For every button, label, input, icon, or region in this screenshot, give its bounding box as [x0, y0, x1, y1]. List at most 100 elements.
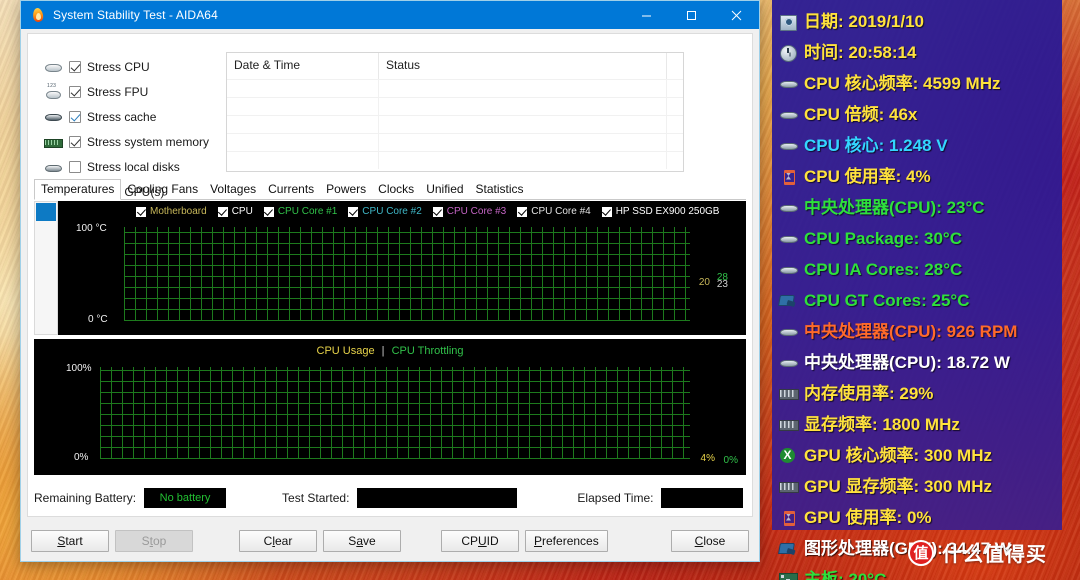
tab-cooling-fans[interactable]: Cooling Fans	[121, 180, 204, 199]
memory-icon	[778, 416, 799, 434]
cpu-chip-icon	[778, 106, 799, 124]
gauge-icon	[778, 509, 799, 527]
close-button[interactable]: Close	[671, 530, 749, 552]
legend-item-motherboard[interactable]: Motherboard	[136, 207, 207, 217]
legend-checkbox[interactable]	[601, 207, 612, 217]
checkbox[interactable]	[69, 135, 81, 148]
stress-option-cache[interactable]: Stress cache	[44, 106, 224, 127]
legend-checkbox[interactable]	[432, 207, 443, 217]
legend-checkbox[interactable]	[263, 207, 274, 217]
window-controls	[624, 1, 759, 29]
gpu-icon	[778, 292, 799, 310]
cpu-chip-icon	[778, 354, 799, 372]
cpu-usage-y-axis-min: 0%	[74, 452, 89, 463]
clock-icon	[778, 44, 799, 62]
cache-icon	[44, 109, 62, 125]
legend-item-cpu-core-4[interactable]: CPU Core #4	[517, 206, 591, 217]
osd-value: CPU Package: 30°C	[804, 228, 962, 248]
osd-value: 中央处理器(CPU): 23°C	[804, 197, 985, 217]
preferences-button[interactable]: Preferences	[525, 530, 608, 552]
event-log-table[interactable]: Date & Time Status	[226, 52, 684, 172]
stress-option-memory[interactable]: Stress system memory	[44, 131, 224, 152]
legend-label: Motherboard	[150, 206, 207, 217]
osd-row-cpu-gt-cores-temp: CPU GT Cores: 25°C	[778, 285, 1062, 316]
test-started-label: Test Started:	[282, 491, 350, 505]
watermark: 值 什么值得买	[908, 538, 1047, 567]
tab-powers[interactable]: Powers	[320, 180, 372, 199]
aida64-stability-test-window: System Stability Test - AIDA64 Stress CP…	[20, 0, 760, 562]
osd-row-time: 时间: 20:58:14	[778, 37, 1062, 68]
test-started-value	[357, 488, 518, 508]
window-client-area: Stress CPU Stress FPU Stress cache Stres…	[21, 29, 759, 521]
cpu-chip-icon	[778, 137, 799, 155]
cpu-usage-chart-title: CPU Usage | CPU Throttling	[34, 345, 746, 357]
temperature-value-motherboard: 20	[698, 277, 710, 288]
osd-row-gpu-utilization: GPU 使用率: 0%	[778, 502, 1062, 533]
tab-clocks[interactable]: Clocks	[372, 180, 420, 199]
stress-option-label: Stress FPU	[87, 84, 149, 99]
legend-label: CPU Core #2	[362, 206, 422, 217]
cpu-icon	[44, 59, 62, 75]
osd-value: 中央处理器(CPU): 18.72 W	[804, 352, 1010, 372]
save-button[interactable]: Sa ve	[323, 530, 401, 552]
osd-value: GPU 显存频率: 300 MHz	[804, 476, 992, 496]
legend-item-cpu-core-2[interactable]: CPU Core #2	[348, 206, 422, 217]
stress-option-local-disks[interactable]: Stress local disks	[44, 156, 224, 177]
tab-statistics[interactable]: Statistics	[470, 180, 530, 199]
cpuid-button[interactable]: CP U ID	[441, 530, 519, 552]
legend-label: CPU Core #4	[531, 206, 591, 217]
checkbox[interactable]	[69, 85, 81, 98]
tab-currents[interactable]: Currents	[262, 180, 320, 199]
legend-checkbox[interactable]	[217, 207, 228, 217]
temperature-legend: Motherboard CPU CPU Core #1 CPU Core #2 …	[136, 207, 730, 217]
tab-unified[interactable]: Unified	[420, 180, 469, 199]
cpu-chip-icon	[778, 323, 799, 341]
maximize-icon[interactable]	[669, 1, 714, 29]
stress-option-cpu[interactable]: Stress CPU	[44, 56, 224, 77]
legend-checkbox[interactable]	[136, 207, 146, 217]
table-row[interactable]	[227, 115, 683, 133]
temperature-chart[interactable]: 100 °C 0 °C Motherboard CPU CPU Core #1 …	[58, 201, 746, 335]
start-button[interactable]: Start	[31, 530, 109, 552]
elapsed-time-value	[661, 488, 744, 508]
stress-option-fpu[interactable]: Stress FPU	[44, 81, 224, 102]
legend-checkbox[interactable]	[348, 207, 359, 217]
temperature-y-axis-max: 100 °C	[76, 223, 107, 234]
osd-row-cpu-multiplier: CPU 倍频: 46x	[778, 99, 1062, 130]
scrollbar-thumb[interactable]	[36, 203, 56, 221]
column-header-spacer	[667, 53, 683, 79]
temperature-chart-scrollbar[interactable]	[34, 201, 58, 335]
cpu-usage-chart[interactable]: CPU Usage | CPU Throttling 100% 0% 4% 0%	[34, 339, 746, 475]
temperature-plot-grid	[124, 227, 690, 321]
table-row[interactable]	[227, 97, 683, 115]
table-row[interactable]	[227, 79, 683, 97]
checkbox[interactable]	[69, 60, 81, 73]
checkbox[interactable]	[69, 110, 81, 123]
table-row[interactable]	[227, 133, 683, 151]
tab-temperatures[interactable]: Temperatures	[34, 179, 122, 200]
osd-row-cpu-utilization: CPU 使用率: 4%	[778, 161, 1062, 192]
close-icon[interactable]	[714, 1, 759, 29]
minimize-icon[interactable]	[624, 1, 669, 29]
tab-voltages[interactable]: Voltages	[204, 180, 262, 199]
remaining-battery-value: No battery	[144, 488, 227, 508]
column-header-date-time[interactable]: Date & Time	[227, 53, 379, 79]
gauge-icon	[778, 168, 799, 186]
watermark-badge: 值	[908, 539, 934, 566]
legend-item-hp-ssd[interactable]: HP SSD EX900 250GB	[601, 207, 719, 217]
window-titlebar[interactable]: System Stability Test - AIDA64	[21, 1, 759, 29]
legend-item-cpu-core-3[interactable]: CPU Core #3	[432, 206, 507, 217]
legend-checkbox[interactable]	[517, 207, 528, 217]
flame-icon	[30, 7, 46, 23]
legend-label: CPU Core #3	[446, 206, 507, 217]
clear-button[interactable]: Cl ear	[239, 530, 317, 552]
temperature-y-axis-min: 0 °C	[88, 314, 108, 325]
checkbox[interactable]	[69, 160, 81, 173]
column-header-status[interactable]: Status	[379, 53, 667, 79]
stress-option-label: Stress CPU	[87, 59, 150, 74]
legend-item-cpu-core-1[interactable]: CPU Core #1	[263, 207, 337, 217]
osd-value: CPU 使用率: 4%	[804, 166, 931, 186]
legend-item-cpu[interactable]: CPU	[217, 206, 253, 217]
table-row[interactable]	[227, 151, 683, 169]
legend-label: CPU	[231, 206, 253, 217]
